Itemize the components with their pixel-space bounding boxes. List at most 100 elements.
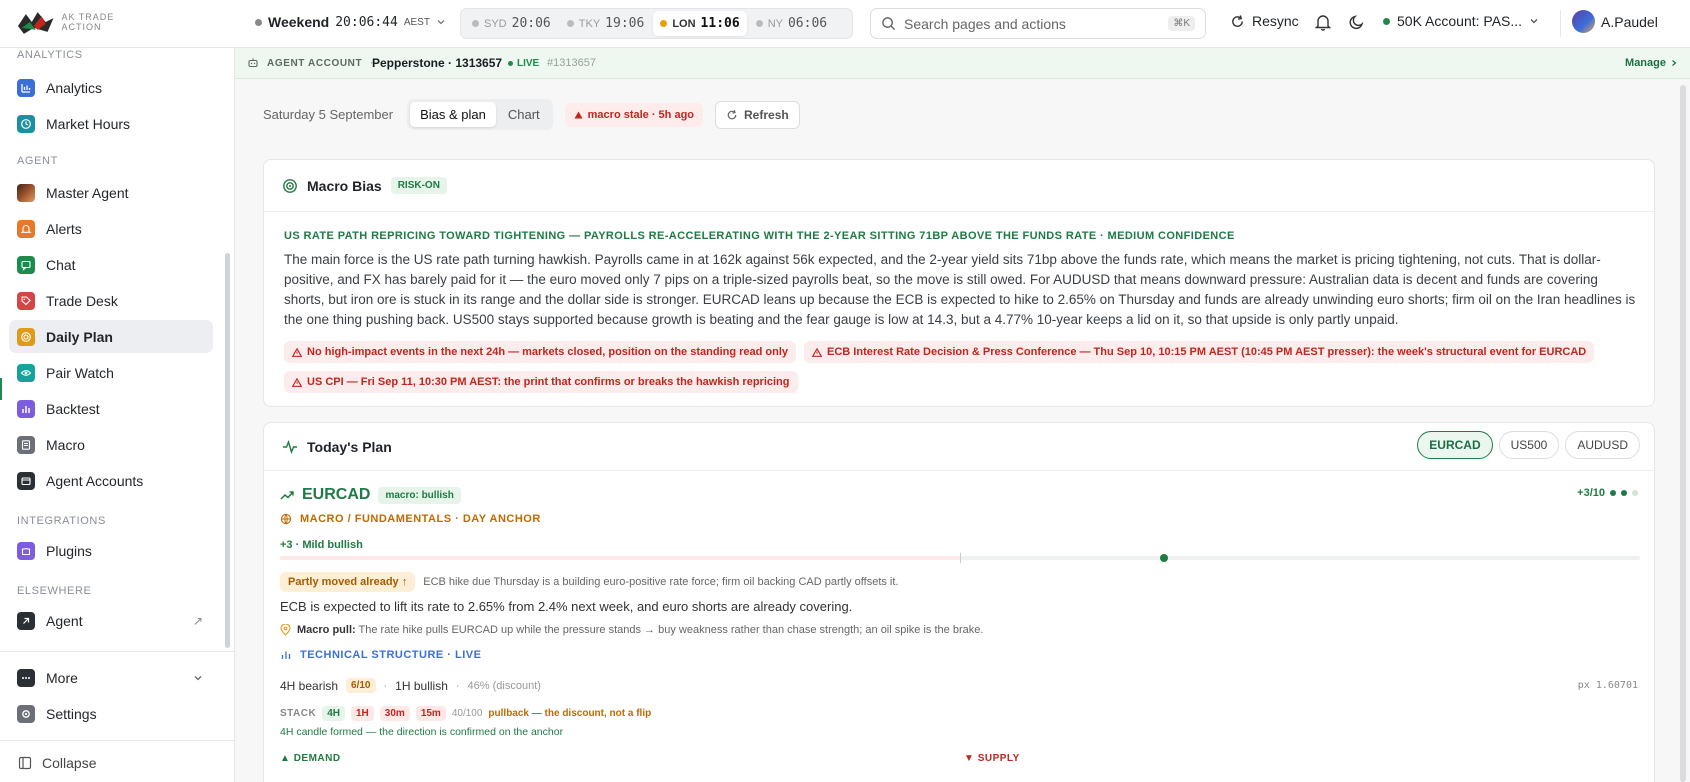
divider xyxy=(1560,10,1561,37)
agent-account-label: AGENT ACCOUNT · xyxy=(247,57,374,69)
main-scrollbar[interactable] xyxy=(1680,85,1686,782)
sidebar-item-chat[interactable]: Chat xyxy=(9,248,213,281)
risk-badge: RISK-ON xyxy=(390,177,447,194)
macro-summary: The main force is the US rate path turni… xyxy=(284,252,1636,327)
live-dot xyxy=(508,60,513,66)
session-code: NY xyxy=(767,17,783,30)
refresh-button[interactable]: Refresh xyxy=(715,100,800,129)
session-dot xyxy=(566,20,574,27)
clock-timezone: AEST xyxy=(403,16,430,28)
gear-icon xyxy=(17,704,35,723)
macro-tag: macro: bullish xyxy=(378,486,461,504)
tf-4h-label: 4H bearish xyxy=(280,678,339,693)
timeframe-row: 4H bearish 6/10 · 1H bullish · 46% (disc… xyxy=(280,678,541,693)
app-logo[interactable]: AK TRADE ACTION xyxy=(16,9,156,37)
score-dot xyxy=(1632,490,1638,496)
manage-link[interactable]: Manage xyxy=(1625,57,1678,69)
live-label: LIVE xyxy=(517,57,540,69)
stack-tf-1h: 1H xyxy=(351,706,374,721)
session-tky[interactable]: TKY 19:06 xyxy=(560,11,652,36)
session-ny[interactable]: NY 06:06 xyxy=(749,11,834,36)
sidebar-item-agent-accounts[interactable]: Agent Accounts xyxy=(9,464,213,497)
macro-section-title: MACRO / FUNDAMENTALS · DAY ANCHOR xyxy=(300,513,541,525)
session-code: SYD xyxy=(484,17,507,30)
ecb-line: ECB is expected to lift its rate to 2.65… xyxy=(280,599,853,614)
sidebar-item-daily-plan[interactable]: Daily Plan xyxy=(9,320,213,353)
plan-title: Today's Plan xyxy=(307,438,392,455)
tab-chart[interactable]: Chart xyxy=(498,102,550,127)
pair-tab-eurcad[interactable]: EURCAD xyxy=(1417,431,1493,459)
section-agent: AGENT xyxy=(17,155,58,167)
pair-tab-us500[interactable]: US500 xyxy=(1498,431,1560,459)
user-menu[interactable]: A.Paudel xyxy=(1572,10,1658,33)
macro-section-header: MACRO / FUNDAMENTALS · DAY ANCHOR xyxy=(280,513,541,525)
event-chip: US CPI — Fri Sep 11, 10:30 PM AEST: the … xyxy=(284,371,798,393)
session-dot xyxy=(472,20,479,27)
collapse-label: Collapse xyxy=(42,755,97,771)
bars-icon xyxy=(17,399,35,418)
event-text: US CPI — Fri Sep 11, 10:30 PM AEST: the … xyxy=(307,376,790,388)
session-syd[interactable]: SYD 20:06 xyxy=(465,11,558,36)
stack-label: STACK xyxy=(280,708,317,719)
sidebar-item-trade-desk[interactable]: Trade Desk xyxy=(9,284,213,317)
sidebar-item-analytics[interactable]: Analytics xyxy=(9,71,213,104)
activity-icon xyxy=(283,439,297,454)
sidebar-item-label: Chat xyxy=(46,256,76,273)
search-input[interactable]: Search pages and actions ⌘K xyxy=(870,8,1206,39)
sidebar-scrollbar[interactable] xyxy=(225,253,230,648)
refresh-label: Refresh xyxy=(744,107,789,122)
sidebar-item-settings[interactable]: Settings xyxy=(9,697,213,730)
eye-icon xyxy=(17,363,35,382)
chevron-right-icon xyxy=(1672,60,1677,66)
sidebar-item-master-agent[interactable]: Master Agent xyxy=(9,176,213,209)
chevron-down-icon xyxy=(437,20,445,25)
sidebar-item-plugins[interactable]: Plugins xyxy=(9,534,213,567)
target-icon xyxy=(283,178,297,193)
warning-triangle-icon xyxy=(574,111,583,118)
resync-button[interactable]: Resync xyxy=(1230,13,1299,29)
view-tabs: Bias & plan Chart xyxy=(407,99,553,130)
technical-section-title: TECHNICAL STRUCTURE · LIVE xyxy=(300,649,482,661)
resync-label: Resync xyxy=(1252,13,1299,29)
sidebar-item-backtest[interactable]: Backtest xyxy=(9,392,213,425)
broker-name: Pepperstone · 1313657 xyxy=(372,56,503,70)
sidebar-item-label: Settings xyxy=(46,705,97,722)
collapse-button[interactable]: Collapse xyxy=(18,755,96,771)
candle-confirmation: 4H candle formed — the direction is conf… xyxy=(280,726,564,738)
agent-account-bar: AGENT ACCOUNT · Pepperstone · 1313657 LI… xyxy=(235,48,1690,79)
sidebar-item-alerts[interactable]: Alerts xyxy=(9,212,213,245)
macro-headline: US RATE PATH REPRICING TOWARD TIGHTENING… xyxy=(284,230,1235,242)
sidebar-item-pair-watch[interactable]: Pair Watch xyxy=(9,356,213,389)
live-badge: LIVE xyxy=(508,58,539,69)
moved-badge: Partly moved already ↑ xyxy=(280,572,416,592)
pair-tab-audusd[interactable]: AUDUSD xyxy=(1565,431,1640,459)
bell-icon[interactable] xyxy=(1315,14,1331,31)
macro-bias-card: Macro Bias RISK-ON US RATE PATH REPRICIN… xyxy=(263,159,1655,407)
sidebar-item-macro[interactable]: Macro xyxy=(9,428,213,461)
sidebar-item-market-hours[interactable]: Market Hours xyxy=(9,107,213,140)
tf-1h-label: 1H bullish xyxy=(395,678,448,693)
tab-bias-plan[interactable]: Bias & plan xyxy=(410,102,496,127)
sidebar-item-agent[interactable]: Agent ↗ xyxy=(9,604,213,637)
session-dot xyxy=(755,20,763,27)
supply-label: SUPPLY xyxy=(977,753,1020,764)
price-readout: px 1.60701 xyxy=(1577,680,1638,691)
meter-bearish-zone xyxy=(280,556,960,560)
moon-icon[interactable] xyxy=(1349,14,1365,30)
more-button[interactable]: More xyxy=(9,661,213,694)
refresh-icon xyxy=(1232,14,1243,27)
account-id: #1313657 xyxy=(547,57,596,69)
agent-avatar-icon xyxy=(17,183,35,202)
market-clock[interactable]: Weekend 20:06:44 AEST xyxy=(255,14,446,30)
plan-controls: Saturday 5 September Bias & plan Chart m… xyxy=(263,99,800,130)
document-icon xyxy=(17,435,35,454)
divider xyxy=(0,740,235,741)
search-icon xyxy=(882,17,896,31)
logo-text: AK TRADE ACTION xyxy=(61,12,115,32)
manage-label: Manage xyxy=(1625,57,1666,69)
technical-section-header: TECHNICAL STRUCTURE · LIVE xyxy=(280,649,481,661)
session-lon[interactable]: LON 11:06 xyxy=(653,11,747,36)
sidebar-item-label: Daily Plan xyxy=(46,328,113,345)
warning-icon xyxy=(292,377,302,387)
account-selector[interactable]: 50K Account: PAS... xyxy=(1383,13,1539,29)
